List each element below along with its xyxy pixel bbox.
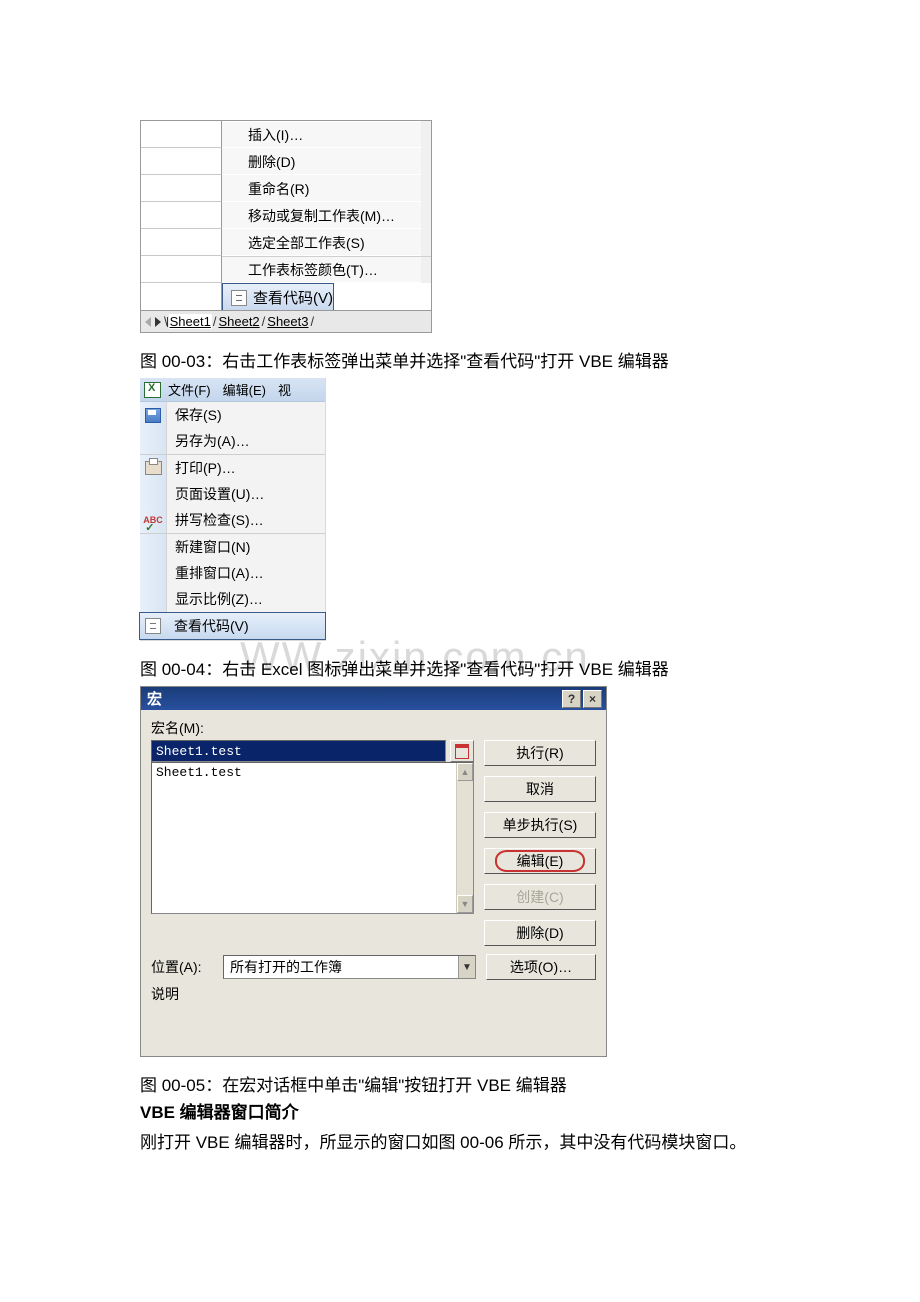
options-button[interactable]: 选项(O)… (486, 954, 596, 980)
menu-item-view-code[interactable]: 查看代码(V) (139, 612, 326, 640)
menu-view-fragment: 视 (278, 380, 291, 399)
menu-item-move-copy[interactable]: 移动或复制工作表(M)… (222, 202, 421, 229)
macro-listbox[interactable]: Sheet1.test ▲ ▼ (151, 762, 474, 914)
menu-item-label: 保存(S) (167, 405, 222, 425)
fig2-excel-icon-context-menu: 文件(F) 编辑(E) 视 保存(S) 另存为(A)… 打印(P)… 页面设置(… (140, 378, 326, 641)
menu-item-delete[interactable]: 删除(D) (222, 148, 421, 175)
description-area (151, 1010, 596, 1046)
nav-arrow-next-icon[interactable] (155, 317, 161, 327)
description-label: 说明 (151, 984, 596, 1004)
menu-item-label: 显示比例(Z)… (167, 589, 263, 609)
menu-item-select-all-sheets[interactable]: 选定全部工作表(S) (222, 229, 421, 256)
scroll-up-icon[interactable]: ▲ (457, 763, 473, 781)
edit-button[interactable]: 编辑(E) (484, 848, 596, 874)
tab-sheet1[interactable]: Sheet1 (169, 314, 212, 329)
menu-item-new-window[interactable]: 新建窗口(N) (140, 533, 325, 560)
tab-sheet3[interactable]: Sheet3 (266, 314, 309, 329)
step-into-button[interactable]: 单步执行(S) (484, 812, 596, 838)
spellcheck-icon: ABC (143, 515, 163, 525)
scroll-down-icon[interactable]: ▼ (457, 895, 473, 913)
macro-name-input[interactable]: Sheet1.test (151, 740, 446, 762)
menu-item-print[interactable]: 打印(P)… (140, 454, 325, 481)
menu-item-tab-color[interactable]: 工作表标签颜色(T)… (222, 257, 421, 283)
body-paragraph: 刚打开 VBE 编辑器时，所显示的窗口如图 00-06 所示，其中没有代码模块窗… (140, 1130, 810, 1156)
menu-item-label: 拼写检查(S)… (167, 510, 264, 530)
scrollbar[interactable]: ▲ ▼ (456, 763, 473, 913)
location-label: 位置(A): (151, 957, 213, 977)
menubar[interactable]: 文件(F) 编辑(E) 视 (140, 378, 325, 402)
location-value: 所有打开的工作簿 (230, 957, 342, 977)
cancel-button[interactable]: 取消 (484, 776, 596, 802)
close-button[interactable]: × (583, 690, 602, 708)
section-heading: VBE 编辑器窗口简介 (140, 1100, 810, 1126)
tab-sheet2[interactable]: Sheet2 (217, 314, 260, 329)
menu-item-spellcheck[interactable]: ABC 拼写检查(S)… (140, 507, 325, 533)
nav-arrow-prev-icon[interactable] (145, 317, 151, 327)
macro-name-label: 宏名(M): (151, 718, 596, 738)
menu-item-save-as[interactable]: 另存为(A)… (140, 428, 325, 454)
printer-icon (145, 461, 162, 475)
delete-button[interactable]: 删除(D) (484, 920, 596, 946)
menu-file[interactable]: 文件(F) (168, 380, 211, 399)
code-icon (145, 618, 161, 634)
location-select[interactable]: 所有打开的工作簿 ▼ (223, 955, 476, 979)
menu-item-label: 页面设置(U)… (167, 484, 264, 504)
menu-item-save[interactable]: 保存(S) (140, 402, 325, 428)
caption-fig1: 图 00-03：右击工作表标签弹出菜单并选择"查看代码"打开 VBE 编辑器 (140, 347, 810, 372)
menu-item-insert[interactable]: 插入(I)… (222, 121, 421, 148)
menu-item-view-code[interactable]: 查看代码(V) (222, 283, 334, 312)
menu-item-label: 查看代码(V) (166, 616, 249, 636)
menu-item-page-setup[interactable]: 页面设置(U)… (140, 481, 325, 507)
run-button[interactable]: 执行(R) (484, 740, 596, 766)
menu-item-label: 查看代码(V) (253, 287, 333, 308)
fig1-sheet-tab-context-menu: 插入(I)… 删除(D) 重命名(R) 移动或复制工作表(M)… 选定全部工作表… (140, 120, 432, 333)
fig3-macro-dialog: 宏 ? × 宏名(M): Sheet1.test Sheet1.test ▲ (140, 686, 607, 1057)
menu-item-rename[interactable]: 重命名(R) (222, 175, 421, 202)
caption-fig2: 图 00-04：右击 Excel 图标弹出菜单并选择"查看代码"打开 VBE 编… (140, 655, 810, 680)
menu-item-label: 重排窗口(A)… (167, 563, 264, 583)
menu-edit[interactable]: 编辑(E) (223, 380, 266, 399)
sheet-tab-bar[interactable]: \ Sheet1 / Sheet2 / Sheet3 / (141, 310, 431, 332)
cell-stub (141, 121, 222, 148)
refedit-icon (455, 744, 469, 759)
menu-item-label: 另存为(A)… (167, 431, 250, 451)
excel-icon (144, 382, 161, 398)
create-button: 创建(C) (484, 884, 596, 910)
menu-item-label: 新建窗口(N) (167, 537, 250, 557)
chevron-down-icon[interactable]: ▼ (458, 956, 475, 978)
save-icon (145, 408, 161, 423)
dialog-titlebar[interactable]: 宏 ? × (141, 687, 606, 710)
button-label: 编辑(E) (517, 851, 564, 871)
caption-fig3: 图 00-05：在宏对话框中单击"编辑"按钮打开 VBE 编辑器 (140, 1071, 810, 1096)
dialog-title: 宏 (145, 688, 162, 709)
menu-item-arrange-windows[interactable]: 重排窗口(A)… (140, 560, 325, 586)
list-item[interactable]: Sheet1.test (152, 763, 473, 782)
help-button[interactable]: ? (562, 690, 581, 708)
menu-item-zoom[interactable]: 显示比例(Z)… (140, 586, 325, 612)
menu-item-label: 打印(P)… (167, 458, 236, 478)
refedit-button[interactable] (450, 740, 474, 762)
code-icon (231, 290, 247, 306)
